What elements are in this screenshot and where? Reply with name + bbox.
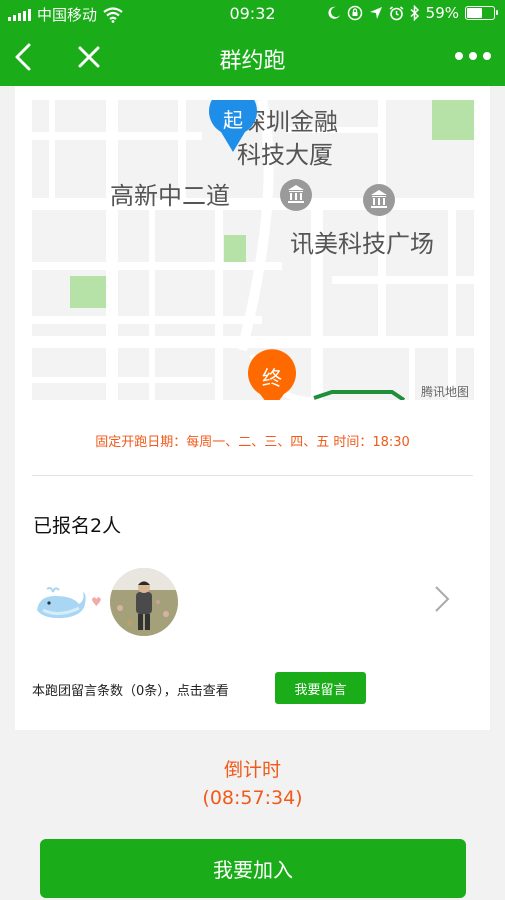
run-group-card: 深圳金融 科技大厦 高新中二道 讯美科技广场 起 终 腾讯地图 固定开跑日期：每… bbox=[15, 86, 490, 730]
leave-message-button[interactable]: 我要留言 bbox=[275, 672, 366, 704]
message-count-link[interactable]: 本跑团留言条数（0条），点击查看 bbox=[32, 680, 229, 699]
chevron-right-icon[interactable] bbox=[432, 584, 452, 614]
page-title: 群约跑 bbox=[219, 49, 286, 74]
status-right: 59% bbox=[327, 4, 498, 22]
moon-icon bbox=[328, 6, 340, 19]
nav-bar: 群约跑 bbox=[0, 28, 505, 86]
alarm-icon bbox=[389, 5, 404, 20]
member-avatars[interactable]: ♥ bbox=[33, 568, 178, 636]
divider bbox=[32, 475, 473, 476]
countdown-label: 倒计时 bbox=[223, 759, 281, 781]
avatar[interactable] bbox=[33, 584, 87, 620]
map-label-road: 高新中二道 bbox=[110, 182, 230, 210]
battery-icon bbox=[465, 6, 498, 20]
map-label-building-2: 科技大厦 bbox=[237, 141, 333, 169]
poi-bank-icon bbox=[363, 184, 395, 216]
more-options-icon[interactable] bbox=[455, 44, 491, 68]
schedule-text: 固定开跑日期：每周一、二、三、四、五 时间：18:30 bbox=[95, 435, 410, 450]
enrolled-count: 已报名2人 bbox=[33, 515, 122, 537]
countdown-timer: (08:57:34) bbox=[202, 787, 303, 809]
route-map[interactable]: 深圳金融 科技大厦 高新中二道 讯美科技广场 起 终 腾讯地图 bbox=[32, 100, 474, 400]
map-watermark: 腾讯地图 bbox=[421, 384, 469, 399]
svg-text:终: 终 bbox=[262, 366, 282, 390]
bluetooth-icon bbox=[410, 5, 419, 21]
join-button[interactable]: 我要加入 bbox=[40, 839, 466, 898]
location-arrow-icon bbox=[369, 7, 382, 19]
avatar[interactable] bbox=[109, 568, 178, 636]
status-bar: 中国移动 09:32 59% bbox=[0, 0, 505, 28]
map-label-plaza: 讯美科技广场 bbox=[290, 230, 434, 258]
poi-bank-icon bbox=[280, 179, 312, 211]
rotation-lock-icon bbox=[347, 5, 362, 21]
svg-text:起: 起 bbox=[223, 108, 243, 132]
heart-icon: ♥ bbox=[91, 595, 102, 609]
battery-percent: 59% bbox=[425, 4, 459, 22]
